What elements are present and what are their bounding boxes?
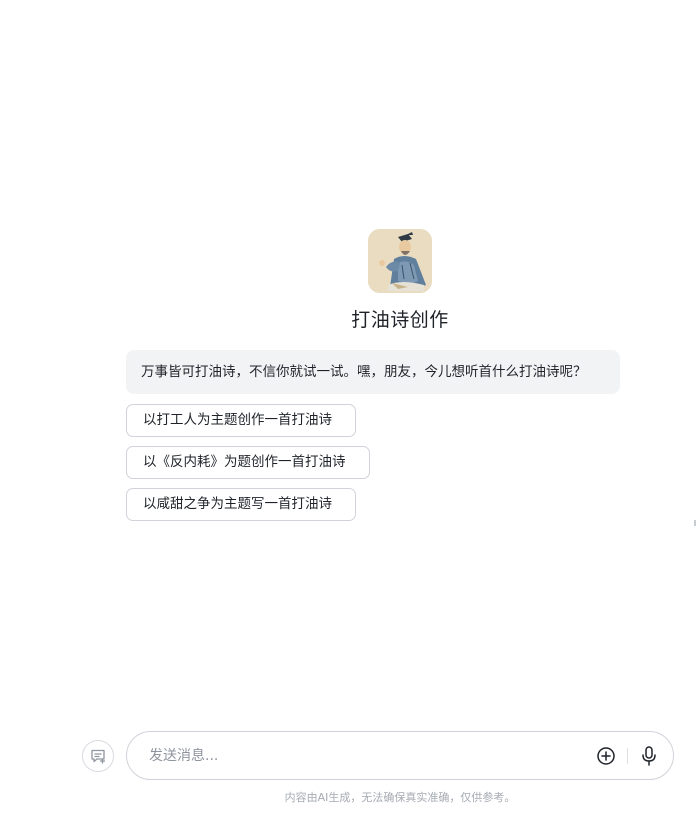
scrollbar-edge-mark [694,520,696,526]
plus-circle-icon [597,747,615,765]
voice-input-button[interactable] [639,745,659,767]
suggestion-chip-2[interactable]: 以《反内耗》为题创作一首打油诗 [126,446,370,479]
message-input[interactable] [149,732,569,779]
scholar-portrait-icon [368,229,432,293]
composer-divider [627,748,628,764]
bot-avatar [368,229,432,293]
attach-button[interactable] [596,746,616,766]
bot-greeting-message: 万事皆可打油诗，不信你就试一试。嘿，朋友，今儿想听首什么打油诗呢？ [126,350,620,394]
bot-name: 打油诗创作 [351,309,449,331]
microphone-icon [642,746,656,766]
ai-disclaimer: 内容由AI生成，无法确保真实准确，仅供参考。 [284,791,516,804]
new-chat-icon [91,749,106,764]
suggestion-chip-1[interactable]: 以打工人为主题创作一首打油诗 [126,404,356,437]
new-chat-button[interactable] [82,740,114,772]
suggestion-chip-3[interactable]: 以咸甜之争为主题写一首打油诗 [126,488,356,521]
message-composer [126,731,674,780]
chat-page: 打油诗创作 万事皆可打油诗，不信你就试一试。嘿，朋友，今儿想听首什么打油诗呢？ … [0,0,697,819]
